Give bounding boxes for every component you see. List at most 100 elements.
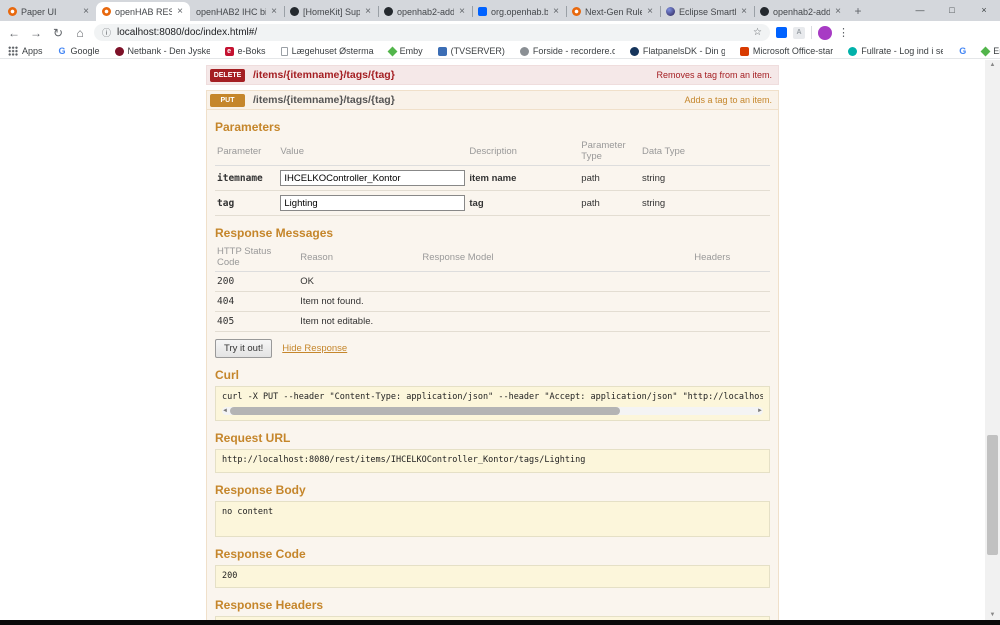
tab-org-openhab-binding[interactable]: org.openhab.bind × [472, 2, 566, 21]
bookmark-google[interactable]: GGoogle [58, 46, 100, 56]
new-tab-button[interactable]: + [848, 2, 868, 21]
method-badge-delete: DELETE [210, 69, 245, 82]
response-code-value: 200 [222, 571, 763, 582]
tab-eclipse-smarthome[interactable]: Eclipse SmartHom × [660, 2, 754, 21]
taskbar-edge [0, 620, 1000, 625]
tab-close-icon[interactable]: × [740, 6, 748, 17]
tab-close-icon[interactable]: × [82, 6, 90, 17]
pdf-extension-icon[interactable]: A [793, 27, 805, 39]
scrollbar-thumb[interactable] [230, 407, 620, 415]
bookmark-star-icon[interactable]: ☆ [753, 27, 762, 38]
bookmark-recordere[interactable]: Forside - recordere.d [520, 46, 615, 56]
sandbox-actions: Try it out! Hide Response [215, 339, 770, 358]
tab-next-gen-rules[interactable]: Next-Gen Rules | × [566, 2, 660, 21]
tab-close-icon[interactable]: × [270, 6, 278, 17]
scroll-down-icon[interactable]: ▼ [985, 612, 1000, 618]
col-reason: Reason [298, 244, 420, 272]
vertical-scrollbar[interactable]: ▲ ▼ [985, 60, 1000, 620]
tab-title: openHAB REST AP [115, 7, 172, 17]
emby-icon [981, 46, 991, 56]
tab-close-icon[interactable]: × [646, 6, 654, 17]
tab-openhab2-ihc[interactable]: openHAB2 IHC bi × [190, 2, 284, 21]
scroll-right-icon[interactable]: ► [757, 407, 763, 415]
response-body-block: no content [215, 501, 770, 537]
tab-openhab-rest-api[interactable]: openHAB REST AP × [96, 2, 190, 21]
col-response-model: Response Model [420, 244, 692, 272]
tab-close-icon[interactable]: × [552, 6, 560, 17]
tab-openhab2-addons-1[interactable]: openhab2-addons × [378, 2, 472, 21]
openhab-icon [572, 7, 581, 16]
info-icon[interactable]: ⓘ [102, 26, 111, 39]
operation-expanded-panel: Parameters Parameter Value Description P… [206, 110, 779, 620]
home-icon[interactable]: ⌂ [72, 26, 88, 40]
bookmark-emby-2[interactable]: Emby [982, 46, 1000, 56]
openhab-icon [8, 7, 17, 16]
itemname-input[interactable] [280, 170, 465, 186]
response-row-404: 404 Item not found. [215, 292, 770, 312]
col-parameter: Parameter [215, 138, 278, 166]
param-name: itemname [215, 166, 278, 191]
tab-title: openhab2-addons [397, 7, 454, 17]
tab-close-icon[interactable]: × [458, 6, 466, 17]
status-code: 405 [215, 312, 298, 332]
eclipse-icon [666, 7, 675, 16]
tab-close-icon[interactable]: × [834, 6, 842, 17]
col-headers: Headers [692, 244, 770, 272]
parameters-table: Parameter Value Description Parameter Ty… [215, 138, 770, 216]
minimize-button[interactable]: — [904, 0, 936, 21]
try-it-out-button[interactable]: Try it out! [215, 339, 272, 358]
operation-put-tag[interactable]: PUT /items/{itemname}/tags/{tag} Adds a … [206, 90, 779, 110]
scroll-up-icon[interactable]: ▲ [985, 62, 1000, 68]
tab-paper-ui[interactable]: Paper UI × [2, 2, 96, 21]
close-button[interactable]: × [968, 0, 1000, 21]
github-icon [384, 7, 393, 16]
method-badge-put: PUT [210, 94, 245, 107]
back-icon[interactable]: ← [6, 26, 22, 40]
bookmark-eboks[interactable]: ee-Boks [225, 46, 266, 56]
param-type: path [579, 191, 640, 216]
bookmark-flatpanelsdk[interactable]: FlatpanelsDK - Din g [630, 46, 725, 56]
hide-response-link[interactable]: Hide Response [282, 343, 347, 354]
bookmark-laegehuset[interactable]: Lægehuset Østerma [281, 46, 374, 56]
browser-menu-icon[interactable]: ⋮ [838, 26, 849, 39]
response-row-200: 200 OK [215, 272, 770, 292]
tab-close-icon[interactable]: × [364, 6, 372, 17]
operation-summary: Adds a tag to an item. [684, 95, 772, 105]
tab-openhab2-addons-2[interactable]: openhab2-addons × [754, 2, 848, 21]
param-name: tag [215, 191, 278, 216]
response-messages-table: HTTP Status Code Reason Response Model H… [215, 244, 770, 332]
operation-path[interactable]: /items/{itemname}/tags/{tag} [253, 69, 395, 81]
tab-title: Next-Gen Rules | [585, 7, 642, 17]
request-url-heading: Request URL [215, 431, 770, 445]
toolbar-divider [811, 26, 812, 39]
tab-close-icon[interactable]: × [176, 6, 184, 17]
operation-delete-tag[interactable]: DELETE /items/{itemname}/tags/{tag} Remo… [206, 65, 779, 85]
address-bar[interactable]: ⓘ localhost:8080/doc/index.html#/ ☆ [94, 24, 770, 41]
bookmark-netbank[interactable]: Netbank - Den Jyske [115, 46, 210, 56]
operation-path[interactable]: /items/{itemname}/tags/{tag} [253, 94, 395, 106]
browser-toolbar: ← → ↻ ⌂ ⓘ localhost:8080/doc/index.html#… [0, 21, 1000, 44]
tag-input[interactable] [280, 195, 465, 211]
bookmark-emby-1[interactable]: Emby [389, 46, 423, 56]
request-url-value: http://localhost:8080/rest/items/IHCELKO… [222, 455, 763, 466]
response-code-heading: Response Code [215, 547, 770, 561]
bookmark-tvserver[interactable]: (TVSERVER) [438, 46, 505, 56]
scrollbar-thumb[interactable] [987, 435, 998, 555]
reload-icon[interactable]: ↻ [50, 26, 66, 40]
tab-homekit-support[interactable]: [HomeKit] Suppor × [284, 2, 378, 21]
bookmark-g[interactable]: G [958, 47, 967, 56]
netbank-icon [115, 47, 124, 56]
bookmark-apps[interactable]: Apps [8, 46, 43, 56]
dropbox-extension-icon[interactable] [776, 27, 787, 38]
bookmark-microsoft-office[interactable]: Microsoft Office-star [740, 46, 833, 56]
curl-horizontal-scrollbar[interactable]: ◄ ► [222, 407, 763, 415]
maximize-button[interactable]: □ [936, 0, 968, 21]
status-code: 404 [215, 292, 298, 312]
status-reason: Item not found. [298, 292, 420, 312]
profile-avatar[interactable] [818, 26, 832, 40]
forward-icon[interactable]: → [28, 26, 44, 40]
page-icon [281, 47, 288, 56]
scroll-left-icon[interactable]: ◄ [222, 407, 228, 415]
bookmark-fullrate[interactable]: Fullrate - Log ind i se [848, 46, 943, 56]
bookmarks-bar: Apps GGoogle Netbank - Den Jyske ee-Boks… [0, 44, 1000, 59]
